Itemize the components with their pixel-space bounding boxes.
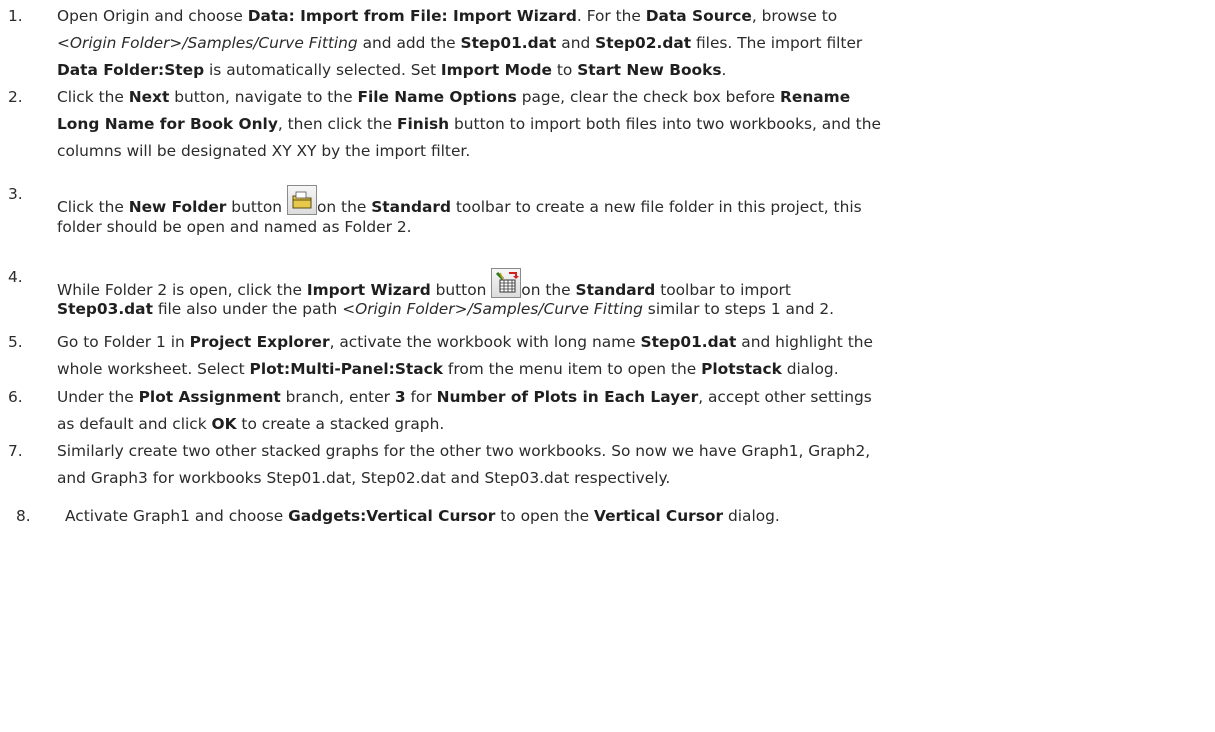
bold-term: Standard xyxy=(575,281,656,299)
text-run: Click the xyxy=(57,198,129,216)
text-run: folder should be open and named as Folde… xyxy=(57,218,412,236)
text-run: button xyxy=(430,281,492,299)
step-number: 2. xyxy=(8,88,23,106)
bold-term: Data Folder:Step xyxy=(57,61,205,79)
text-run: similar to steps 1 and 2. xyxy=(642,300,835,318)
bold-term: New Folder xyxy=(128,198,227,216)
text-run: as default and click xyxy=(57,415,212,433)
path-text: <Origin Folder>/Samples/Curve Fitting xyxy=(57,34,358,52)
bold-term: Start New Books xyxy=(577,61,722,79)
step-line: Long Name for Book Only, then click the … xyxy=(57,115,881,133)
text-run: toolbar to create a new file folder in t… xyxy=(450,198,862,216)
step-line: Click the Next button, navigate to the F… xyxy=(57,88,850,106)
bold-term: Project Explorer xyxy=(189,333,330,351)
text-run: Under the xyxy=(57,388,139,406)
bold-term: OK xyxy=(211,415,237,433)
text-run: from the menu item to open the xyxy=(443,360,702,378)
text-run: and Graph3 for workbooks Step01.dat, Ste… xyxy=(57,469,671,487)
bold-term: File Name Options xyxy=(357,88,517,106)
text-run: dialog. xyxy=(723,507,780,525)
bold-term: Step01.dat xyxy=(640,333,737,351)
text-run: branch, enter xyxy=(280,388,395,406)
step-line: Similarly create two other stacked graph… xyxy=(57,442,870,460)
text-run: button xyxy=(226,198,287,216)
text-run: page, clear the check box before xyxy=(516,88,781,106)
text-run: whole worksheet. Select xyxy=(57,360,250,378)
text-run: to xyxy=(551,61,578,79)
bold-term: Step03.dat xyxy=(57,300,153,318)
step-number: 7. xyxy=(8,442,23,460)
text-run: file also under the path xyxy=(152,300,343,318)
text-run: , activate the workbook with long name xyxy=(329,333,641,351)
bold-term: Vertical Cursor xyxy=(594,507,724,525)
text-run: and highlight the xyxy=(736,333,873,351)
bold-term: Long Name for Book Only xyxy=(57,115,278,133)
text-run: files. The import filter xyxy=(691,34,863,52)
text-run: on the xyxy=(521,281,576,299)
text-run: on the xyxy=(316,198,372,216)
text-run: , browse to xyxy=(751,7,838,25)
text-run: Similarly create two other stacked graph… xyxy=(57,442,871,460)
bold-term: Step02.dat xyxy=(595,34,692,52)
text-run: Open Origin and choose xyxy=(57,7,248,25)
bold-term: Import Mode xyxy=(440,61,552,79)
step-number: 1. xyxy=(8,7,23,25)
step-line: Open Origin and choose Data: Import from… xyxy=(57,7,837,25)
step-number: 3. xyxy=(8,185,23,203)
import-wizard-icon xyxy=(491,268,522,298)
step-line: Data Folder:Step is automatically select… xyxy=(57,61,726,79)
text-run: to create a stacked graph. xyxy=(236,415,445,433)
text-run: for xyxy=(405,388,437,406)
bold-term: Plot:Multi-Panel:Stack xyxy=(249,360,444,378)
text-run: , then click the xyxy=(277,115,397,133)
text-run: button, navigate to the xyxy=(169,88,358,106)
text-run: While Folder 2 is open, click the xyxy=(57,281,307,299)
text-run: Click the xyxy=(57,88,129,106)
step-line: Activate Graph1 and choose Gadgets:Verti… xyxy=(65,507,780,525)
text-run: button to import both files into two wor… xyxy=(449,115,881,133)
bold-term: 3 xyxy=(394,388,406,406)
step-number: 6. xyxy=(8,388,23,406)
step-line: whole worksheet. Select Plot:Multi-Panel… xyxy=(57,360,839,378)
step-line: Go to Folder 1 in Project Explorer, acti… xyxy=(57,333,873,351)
step-line: <Origin Folder>/Samples/Curve Fitting an… xyxy=(57,34,862,52)
step-number: 8. xyxy=(16,507,31,525)
bold-term: Data: Import from File: Import Wizard xyxy=(247,7,577,25)
step-line: Under the Plot Assignment branch, enter … xyxy=(57,388,872,406)
step-line: Click the New Folder button on the Stand… xyxy=(57,185,862,216)
text-run: . xyxy=(721,61,727,79)
text-run: to open the xyxy=(495,507,595,525)
text-run: and add the xyxy=(357,34,461,52)
step-number: 4. xyxy=(8,268,23,286)
text-run: and xyxy=(556,34,596,52)
path-text: <Origin Folder>/Samples/Curve Fitting xyxy=(342,300,643,318)
step-line: While Folder 2 is open, click the Import… xyxy=(57,268,791,299)
text-run: columns will be designated XY XY by the … xyxy=(57,142,471,160)
text-run: dialog. xyxy=(781,360,839,378)
bold-term: Step01.dat xyxy=(460,34,557,52)
text-run: , accept other settings xyxy=(698,388,872,406)
bold-term: Next xyxy=(128,88,170,106)
step-line: columns will be designated XY XY by the … xyxy=(57,142,470,160)
text-run: is automatically selected. Set xyxy=(204,61,441,79)
bold-term: Plotstack xyxy=(701,360,782,378)
text-run: . For the xyxy=(576,7,646,25)
new-folder-icon xyxy=(286,185,317,215)
step-line: as default and click OK to create a stac… xyxy=(57,415,444,433)
step-number: 5. xyxy=(8,333,23,351)
bold-term: Gadgets:Vertical Cursor xyxy=(288,507,496,525)
bold-term: Plot Assignment xyxy=(138,388,281,406)
text-run: toolbar to import xyxy=(655,281,791,299)
bold-term: Finish xyxy=(396,115,450,133)
step-line: Step03.dat file also under the path <Ori… xyxy=(57,300,834,318)
bold-term: Data Source xyxy=(645,7,752,25)
step-line: folder should be open and named as Folde… xyxy=(57,218,412,236)
step-line: and Graph3 for workbooks Step01.dat, Ste… xyxy=(57,469,670,487)
bold-term: Import Wizard xyxy=(306,281,431,299)
text-run: Go to Folder 1 in xyxy=(57,333,190,351)
bold-term: Rename xyxy=(780,88,851,106)
bold-term: Number of Plots in Each Layer xyxy=(436,388,699,406)
text-run: Activate Graph1 and choose xyxy=(65,507,289,525)
bold-term: Standard xyxy=(371,198,451,216)
